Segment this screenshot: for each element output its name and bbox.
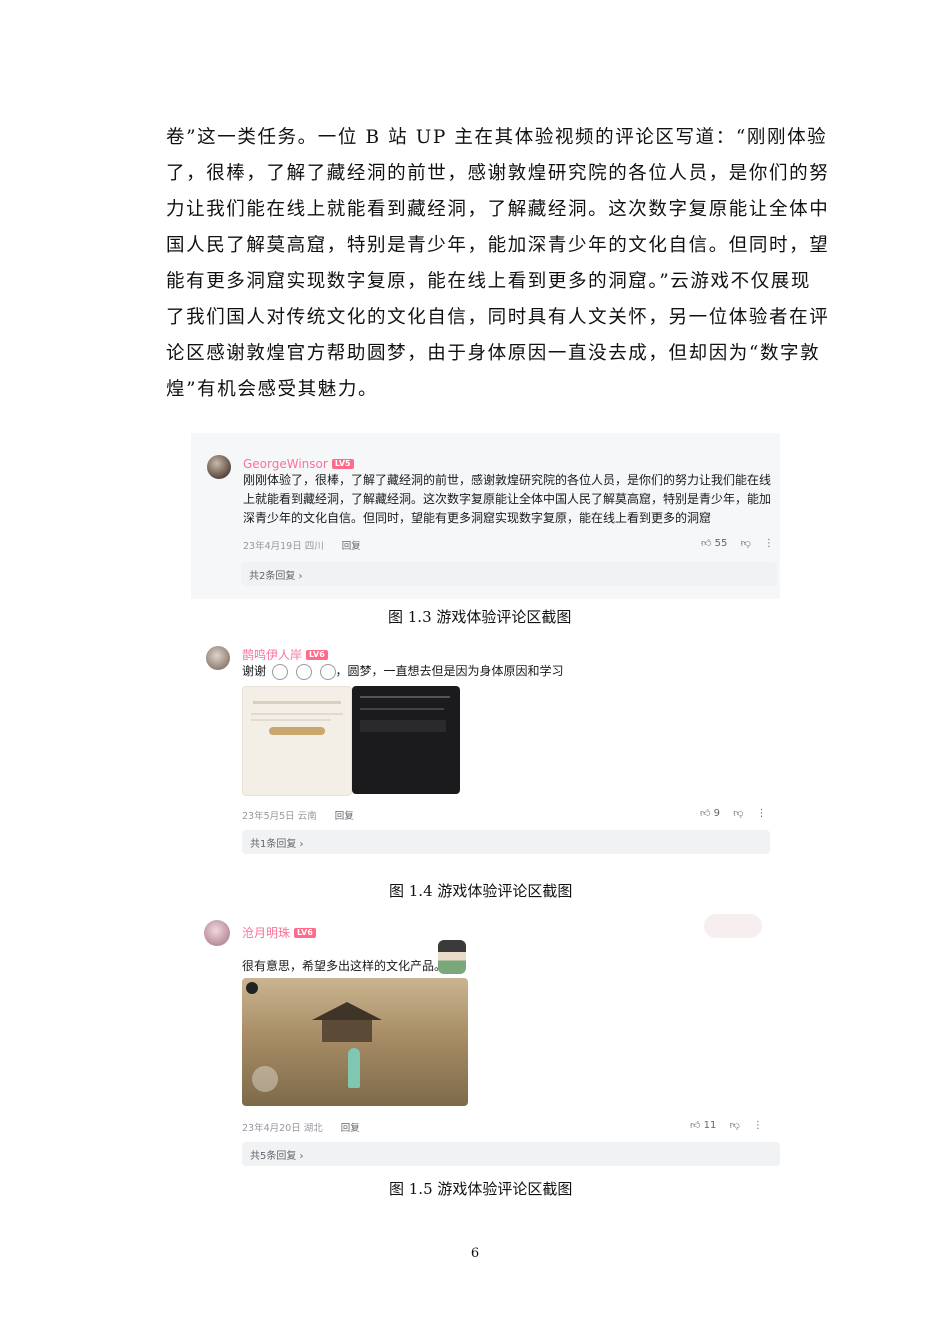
- body-line: 了我们国人对传统文化的文化自信，同时具有人文关怀，另一位体验者在评: [166, 307, 830, 328]
- comment-actions: 👍︎ 11 👎︎ ⋮: [690, 1119, 763, 1131]
- body-line: 论区感谢敦煌官方帮助圆梦，由于身体原因一直没去成，但却因为“数字敦: [166, 343, 821, 364]
- comment-meta: 23年4月20日 湖北 回复: [242, 1120, 378, 1134]
- reply-button[interactable]: 回复: [342, 541, 361, 552]
- body-line: 力让我们能在线上就能看到藏经洞，了解藏经洞。这次数字复原能让全体中: [166, 199, 830, 220]
- body-line: 国人民了解莫高窟，特别是青少年，能加深青少年的文化自信。但同时，望: [166, 235, 830, 256]
- comment-actions: 👍︎ 9 👎︎ ⋮: [700, 807, 767, 819]
- emoji-icon: [295, 663, 312, 680]
- attached-image-light[interactable]: [242, 686, 352, 796]
- more-icon[interactable]: ⋮: [757, 808, 767, 819]
- avatar: [207, 455, 231, 479]
- figure-caption: 图 1.4 游戏体验评论区截图: [389, 882, 573, 900]
- fan-badge-icon: [704, 914, 762, 938]
- username[interactable]: 鹊鸣伊人岸: [242, 648, 302, 662]
- level-badge: LV5: [331, 458, 354, 469]
- avatar: [204, 920, 230, 946]
- thumbs-up-icon[interactable]: 👍︎: [690, 1120, 700, 1131]
- comment-text: 刚刚体验了，很棒，了解了藏经洞的前世，感谢敦煌研究院的各位人员，是你们的努力让我…: [243, 473, 772, 525]
- more-icon[interactable]: ⋮: [764, 538, 774, 549]
- thumbs-down-icon[interactable]: 👎︎: [730, 1120, 740, 1131]
- comment-screenshot-3: 沧月明珠 LV6 很有意思，希望多出这样的文化产品。 23年4月20日 湖北 回复 …: [200, 910, 780, 1172]
- thumbs-down-icon[interactable]: 👎︎: [733, 808, 743, 819]
- figure-caption: 图 1.3 游戏体验评论区截图: [388, 608, 572, 626]
- replies-link[interactable]: 共1条回复 ›: [242, 830, 770, 854]
- reply-button[interactable]: 回复: [335, 811, 354, 822]
- body-line: 能有更多洞窟实现数字复原，能在线上看到更多的洞窟。”云游戏不仅展现: [166, 271, 812, 292]
- level-badge: LV6: [306, 649, 328, 660]
- like-count: 55: [714, 538, 728, 549]
- replies-link[interactable]: 共2条回复 ›: [241, 562, 777, 586]
- game-screenshot-image[interactable]: [242, 978, 468, 1106]
- comment-meta: 23年4月19日 四川 回复: [243, 538, 379, 552]
- thumbs-down-icon[interactable]: 👎︎: [741, 538, 751, 549]
- like-count: 11: [703, 1120, 717, 1131]
- username[interactable]: GeorgeWinsor: [243, 457, 328, 471]
- body-line: 卷”这一类任务。一位 B 站 UP 主在其体验视频的评论区写道：“刚刚体验: [166, 127, 828, 148]
- reply-button[interactable]: 回复: [341, 1123, 360, 1134]
- body-line: 煌”有机会感受其魅力。: [166, 379, 379, 400]
- figure-caption: 图 1.5 游戏体验评论区截图: [389, 1180, 573, 1198]
- comment-text: 很有意思，希望多出这样的文化产品。: [242, 959, 447, 973]
- emoji-icon: [319, 663, 336, 680]
- replies-link[interactable]: 共5条回复 ›: [242, 1142, 780, 1166]
- comment-date: 23年4月20日 湖北: [242, 1123, 323, 1134]
- comment-text: 谢谢 ，圆梦，一直想去但是因为身体原因和学习: [242, 663, 564, 680]
- thumbs-up-icon[interactable]: 👍︎: [701, 538, 711, 549]
- avatar: [206, 646, 230, 670]
- level-badge: LV6: [294, 927, 316, 938]
- comment-screenshot-1: GeorgeWinsor LV5 刚刚体验了，很棒，了解了藏经洞的前世，感谢敦煌研…: [191, 433, 780, 599]
- more-icon[interactable]: ⋮: [753, 1120, 763, 1131]
- body-paragraph: 卷”这一类任务。一位 B 站 UP 主在其体验视频的评论区写道：“刚刚体验 了，…: [166, 120, 830, 408]
- comment-screenshot-2: 鹊鸣伊人岸 LV6 谢谢 ，圆梦，一直想去但是因为身体原因和学习 23年5月5日 …: [200, 638, 780, 866]
- comment-date: 23年5月5日 云南: [242, 811, 317, 822]
- emoji-icon: [271, 663, 288, 680]
- username[interactable]: 沧月明珠: [242, 926, 290, 940]
- comment-meta: 23年5月5日 云南 回复: [242, 808, 372, 822]
- body-line: 了，很棒，了解了藏经洞的前世，感谢敦煌研究院的各位人员，是你们的努: [166, 163, 830, 184]
- page-number: 6: [470, 1246, 480, 1261]
- attached-image-dark[interactable]: [352, 686, 460, 794]
- comment-actions: 👍︎ 55 👎︎ ⋮: [701, 537, 774, 549]
- comment-date: 23年4月19日 四川: [243, 541, 324, 552]
- like-count: 9: [713, 808, 721, 819]
- thumbs-up-icon[interactable]: 👍︎: [700, 808, 710, 819]
